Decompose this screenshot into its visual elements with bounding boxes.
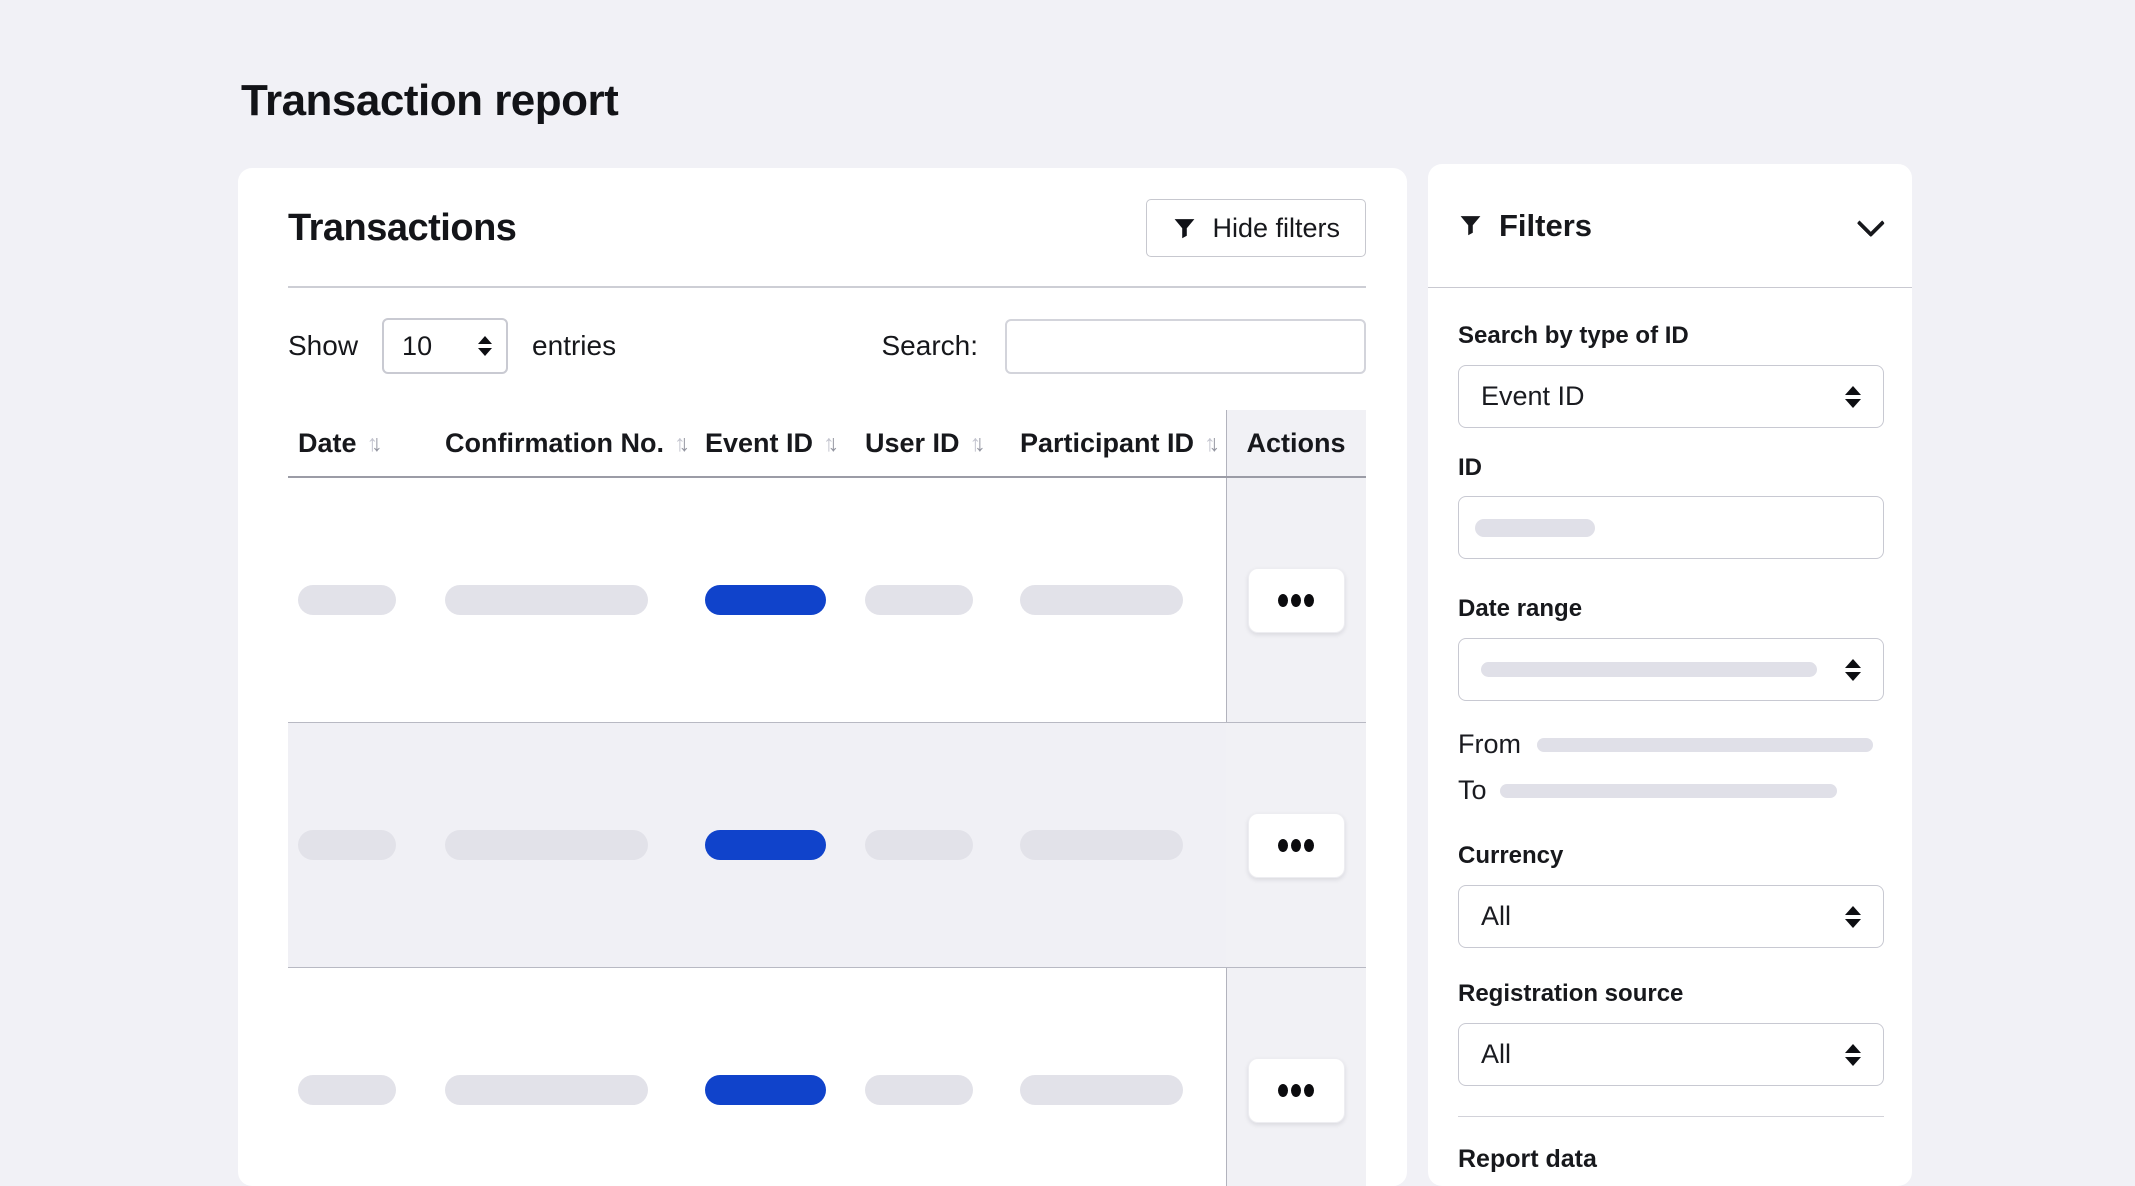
transactions-title: Transactions — [288, 207, 516, 250]
loading-skeleton-bar — [445, 1075, 648, 1105]
sort-icon[interactable]: ↑↓ — [970, 430, 985, 457]
loading-skeleton-bar — [298, 830, 396, 860]
sort-icon[interactable]: ↑↓ — [1204, 430, 1219, 457]
id-field-label: ID — [1458, 454, 1884, 482]
entries-label: entries — [532, 330, 616, 362]
column-header-event-id[interactable]: Event ID ↑↓ — [695, 428, 855, 459]
table-row — [288, 478, 1366, 723]
page-title: Transaction report — [241, 76, 618, 126]
from-label: From — [1458, 729, 1537, 760]
date-to-row: To — [1458, 775, 1884, 806]
select-arrows-icon — [1845, 386, 1861, 408]
currency-value: All — [1481, 901, 1511, 932]
select-arrows-icon — [478, 336, 492, 356]
select-arrows-icon — [1845, 1044, 1861, 1066]
select-arrows-icon — [1845, 906, 1861, 928]
loading-skeleton-bar — [1020, 830, 1183, 860]
id-type-select[interactable]: Event ID — [1458, 365, 1884, 428]
column-header-date[interactable]: Date ↑↓ — [288, 428, 435, 459]
currency-select[interactable]: All — [1458, 885, 1884, 948]
transactions-card-header: Transactions Hide filters — [288, 198, 1366, 258]
id-type-label: Search by type of ID — [1458, 322, 1884, 350]
column-header-participant-id[interactable]: Participant ID ↑↓ — [1010, 428, 1226, 459]
loading-skeleton-bar-accent — [705, 585, 826, 615]
report-data-label: Report data — [1458, 1145, 1884, 1174]
loading-skeleton-bar — [1475, 519, 1595, 537]
table-row — [288, 723, 1366, 968]
report-data-divider — [1458, 1116, 1884, 1117]
table-row — [288, 968, 1366, 1186]
chevron-down-icon[interactable] — [1857, 209, 1885, 237]
transactions-card: Transactions Hide filters Show 10 entrie… — [238, 168, 1407, 1186]
search-input[interactable] — [1005, 319, 1366, 374]
loading-skeleton-bar — [865, 585, 973, 615]
id-input[interactable] — [1458, 496, 1884, 559]
row-actions-button[interactable] — [1248, 813, 1345, 878]
id-type-value: Event ID — [1481, 381, 1585, 412]
funnel-icon — [1172, 216, 1197, 241]
column-header-actions: Actions — [1226, 428, 1366, 459]
ellipsis-icon — [1278, 1084, 1288, 1097]
show-label: Show — [288, 330, 358, 362]
registration-source-select[interactable]: All — [1458, 1023, 1884, 1086]
sort-icon[interactable]: ↑↓ — [674, 430, 689, 457]
row-actions-button[interactable] — [1248, 568, 1345, 633]
row-actions-button[interactable] — [1248, 1058, 1345, 1123]
header-divider — [288, 286, 1366, 288]
loading-skeleton-bar — [1537, 738, 1873, 752]
filters-title: Filters — [1499, 208, 1592, 244]
registration-source-label: Registration source — [1458, 980, 1884, 1008]
hide-filters-label: Hide filters — [1212, 213, 1340, 244]
date-from-row: From — [1458, 729, 1884, 760]
hide-filters-button[interactable]: Hide filters — [1146, 199, 1366, 257]
loading-skeleton-bar-accent — [705, 830, 826, 860]
to-label: To — [1458, 775, 1500, 806]
page-size-value: 10 — [402, 331, 432, 362]
loading-skeleton-bar — [1500, 784, 1837, 798]
page-size-select[interactable]: 10 — [382, 318, 508, 374]
table-header-row: Date ↑↓ Confirmation No. ↑↓ Event ID ↑↓ … — [288, 410, 1366, 478]
loading-skeleton-bar-accent — [705, 1075, 826, 1105]
sort-icon[interactable]: ↑↓ — [823, 430, 838, 457]
loading-skeleton-bar — [298, 585, 396, 615]
date-range-label: Date range — [1458, 595, 1884, 623]
select-arrows-icon — [1845, 659, 1861, 681]
ellipsis-icon — [1278, 594, 1288, 607]
registration-source-value: All — [1481, 1039, 1511, 1070]
funnel-icon — [1458, 213, 1483, 238]
loading-skeleton-bar — [865, 1075, 973, 1105]
loading-skeleton-bar — [298, 1075, 396, 1105]
currency-label: Currency — [1458, 842, 1884, 870]
loading-skeleton-bar — [445, 830, 648, 860]
loading-skeleton-bar — [1020, 1075, 1183, 1105]
sort-icon[interactable]: ↑↓ — [367, 430, 382, 457]
loading-skeleton-bar — [1481, 662, 1817, 677]
date-range-select[interactable] — [1458, 638, 1884, 701]
loading-skeleton-bar — [1020, 585, 1183, 615]
loading-skeleton-bar — [445, 585, 648, 615]
transactions-table: Date ↑↓ Confirmation No. ↑↓ Event ID ↑↓ … — [288, 410, 1366, 1186]
filters-panel: Filters Search by type of ID Event ID ID… — [1428, 164, 1912, 1186]
table-controls: Show 10 entries Search: — [288, 318, 1366, 374]
column-header-user-id[interactable]: User ID ↑↓ — [855, 428, 1010, 459]
column-header-confirmation-no[interactable]: Confirmation No. ↑↓ — [435, 428, 695, 459]
filters-header[interactable]: Filters — [1428, 164, 1912, 288]
ellipsis-icon — [1278, 839, 1288, 852]
search-label: Search: — [882, 330, 979, 362]
loading-skeleton-bar — [865, 830, 973, 860]
